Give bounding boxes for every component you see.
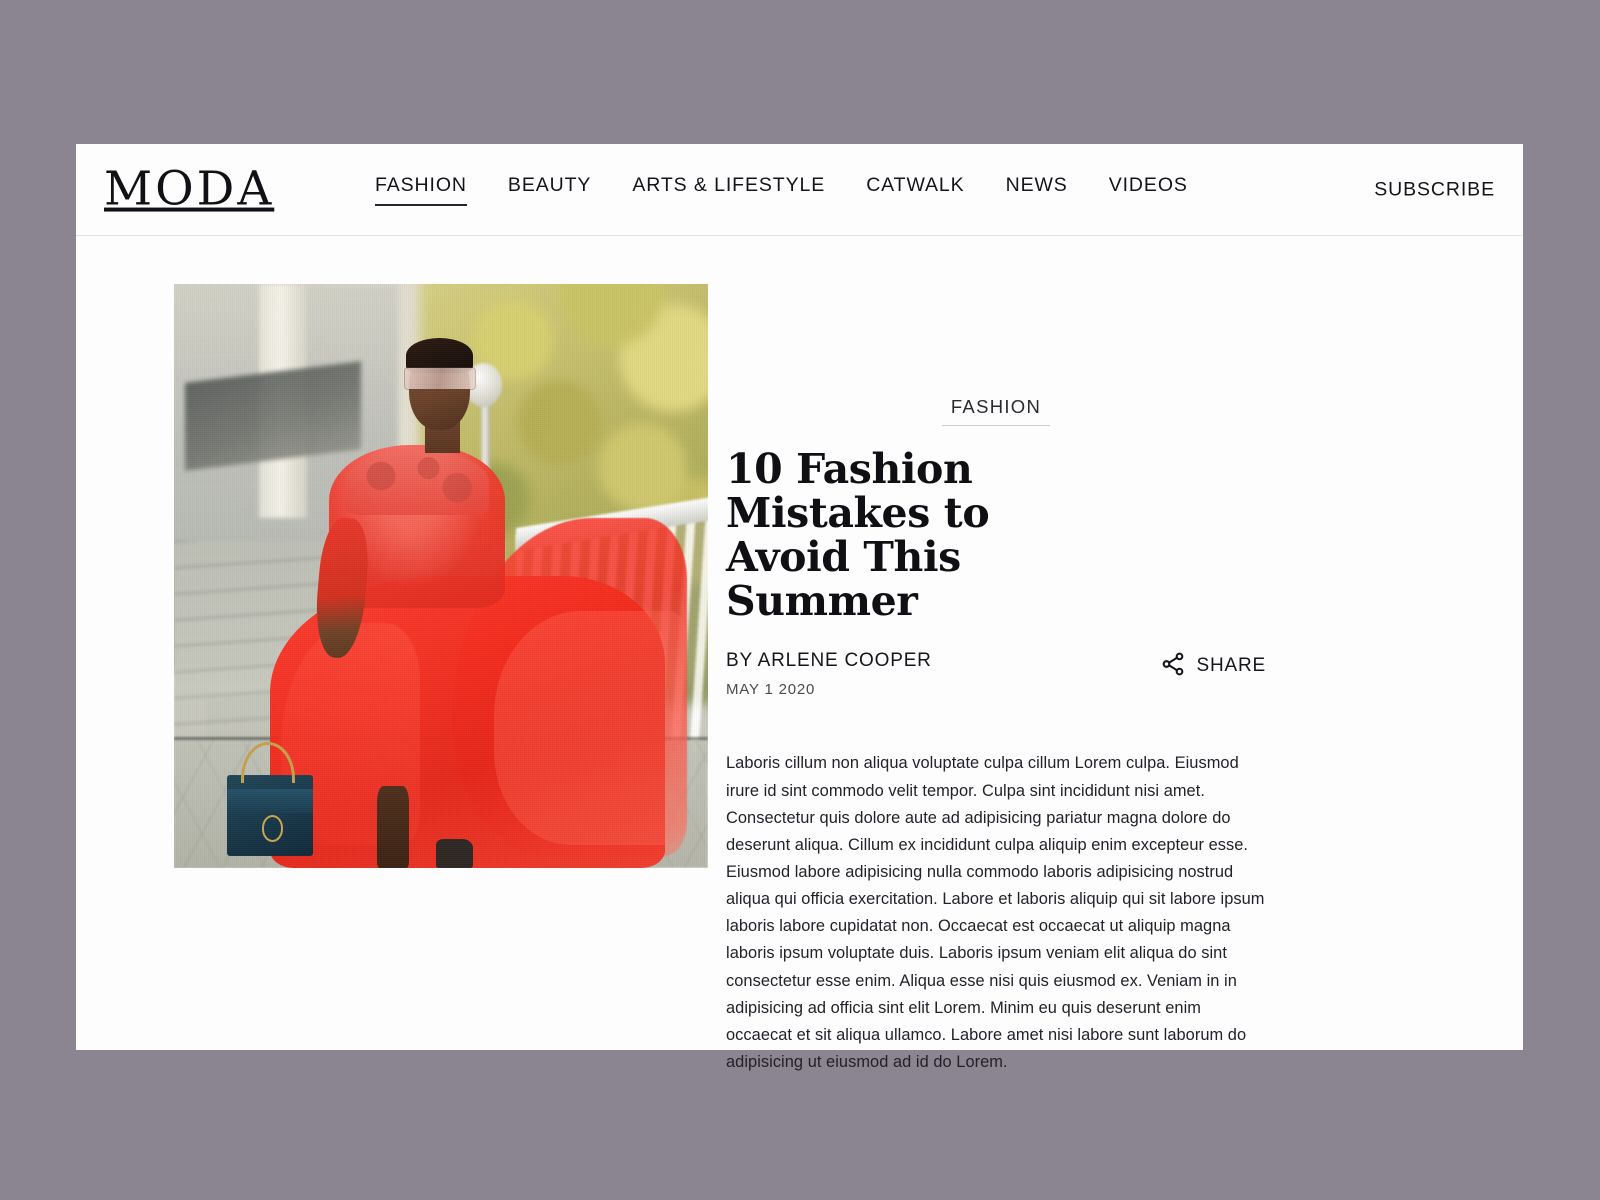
photo-handbag-clasp — [262, 815, 284, 842]
photo-model-leg — [376, 786, 409, 868]
category-tag-row: FASHION — [726, 396, 1266, 426]
hero-image — [174, 284, 708, 868]
photo-dress-tulle-sheer — [494, 611, 687, 845]
nav-item-beauty[interactable]: BEAUTY — [508, 174, 591, 206]
nav-item-catwalk[interactable]: CATWALK — [866, 174, 964, 206]
byline-block: BY ARLENE COOPER MAY 1 2020 — [726, 649, 932, 698]
subscribe-link[interactable]: SUBSCRIBE — [1374, 178, 1495, 201]
article-headline: 10 Fashion Mistakes to Avoid This Summer — [726, 445, 990, 625]
article-text-column: FASHION 10 Fashion Mistakes to Avoid Thi… — [726, 396, 1266, 1076]
photo-handbag-flap — [227, 789, 313, 813]
brand-logo[interactable]: MODA — [104, 165, 274, 212]
share-nodes-icon — [1160, 651, 1186, 680]
hero-photo-illustration — [174, 284, 708, 868]
photo-model-shoe — [435, 838, 474, 868]
nav-item-videos[interactable]: VIDEOS — [1109, 174, 1188, 206]
share-button[interactable]: SHARE — [1160, 651, 1266, 680]
nav-item-fashion[interactable]: FASHION — [375, 174, 467, 206]
main-navigation: FASHION BEAUTY ARTS & LIFESTYLE CATWALK … — [375, 174, 1188, 206]
nav-item-arts-lifestyle[interactable]: ARTS & LIFESTYLE — [632, 174, 825, 206]
article-author: BY ARLENE COOPER — [726, 650, 932, 672]
page-card: MODA FASHION BEAUTY ARTS & LIFESTYLE CAT… — [76, 144, 1523, 1071]
nav-item-news[interactable]: NEWS — [1006, 174, 1068, 206]
photo-dress-lace — [344, 450, 490, 515]
site-header: MODA FASHION BEAUTY ARTS & LIFESTYLE CAT… — [76, 144, 1523, 236]
photo-sunglasses — [404, 367, 476, 389]
byline-row: BY ARLENE COOPER MAY 1 2020 SHARE — [726, 649, 1266, 698]
share-button-label: SHARE — [1196, 654, 1266, 676]
article-body-text: Laboris cillum non aliqua voluptate culp… — [726, 754, 1265, 1071]
article-date: MAY 1 2020 — [726, 681, 816, 699]
category-tag-fashion[interactable]: FASHION — [941, 396, 1051, 426]
